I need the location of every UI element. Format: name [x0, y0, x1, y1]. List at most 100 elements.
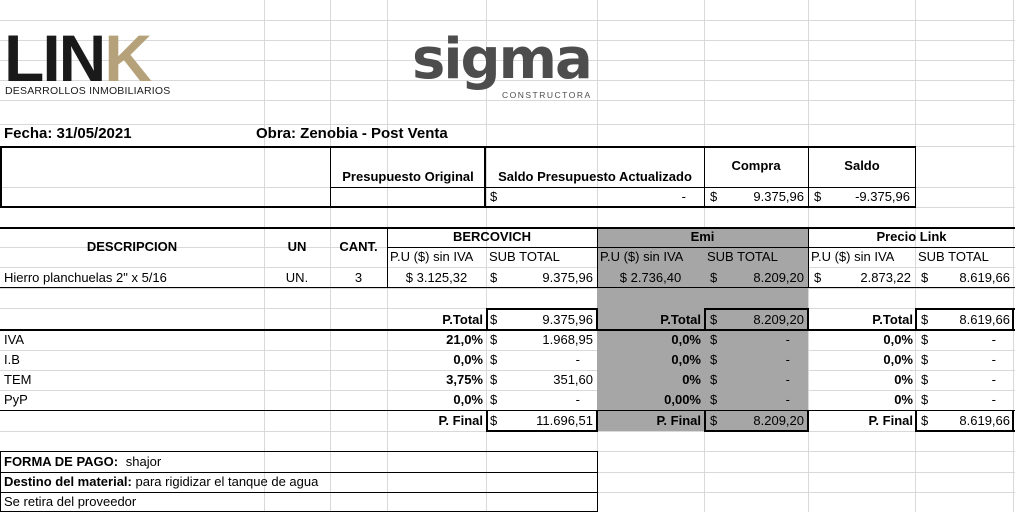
s2-sub-label: SUB TOTAL: [707, 249, 778, 264]
tax-s1-pct: 21,0%: [446, 332, 483, 347]
item-cant: 3: [354, 270, 363, 285]
ptotal-label-s2: P.Total: [660, 312, 701, 327]
tax-s1-currency: $: [490, 352, 498, 367]
item-s2-sub: 8.209,20: [753, 270, 804, 285]
tax-label: PyP: [4, 392, 28, 407]
tax-s3-currency: $: [921, 392, 929, 407]
item-s1-sub: 9.375,96: [542, 270, 593, 285]
item-s2-currency: $: [710, 270, 718, 285]
tax-s3-pct: 0,0%: [883, 352, 913, 367]
saldo-value: -9.375,96: [855, 189, 910, 204]
saldo-actualizado-value: -: [681, 189, 686, 204]
compra-currency: $: [710, 189, 718, 204]
tax-s1-value: -: [575, 352, 580, 367]
tax-s2-currency: $: [710, 392, 718, 407]
tax-s2-value: -: [785, 392, 790, 407]
pfinal-label-s2: P. Final: [656, 413, 701, 428]
tax-s2-currency: $: [710, 372, 718, 387]
pfinal-s3-currency: $: [921, 413, 929, 428]
tax-label: I.B: [4, 352, 20, 367]
tax-s3-pct: 0%: [894, 392, 913, 407]
item-s3-currency: $: [921, 270, 929, 285]
col-descripcion: DESCRIPCION: [86, 239, 178, 254]
tax-s3-pct: 0%: [894, 372, 913, 387]
ptotal-label-s3: P.Total: [872, 312, 913, 327]
item-s2-pu: $ 2.736,40: [619, 270, 682, 285]
s2-pu-label: P.U ($) sin IVA: [600, 249, 684, 264]
destino-value: para rigidizar el tanque de agua: [135, 474, 319, 489]
compra-label: Compra: [731, 158, 781, 173]
tax-s3-pct: 0,0%: [883, 332, 913, 347]
tax-s2-pct: 0,00%: [664, 392, 701, 407]
forma-de-pago: FORMA DE PAGO: shajor: [4, 452, 161, 472]
tax-s3-value: -: [991, 392, 996, 407]
destino-material: Destino del material: para rigidizar el …: [4, 472, 318, 492]
tax-s1-pct: 0,0%: [453, 392, 483, 407]
item-s1-currency: $: [490, 270, 498, 285]
tax-s2-pct: 0,0%: [671, 332, 701, 347]
tax-s2-pct: 0%: [682, 372, 701, 387]
item-s3-sub: 8.619,66: [959, 270, 1010, 285]
col-un: UN: [287, 239, 307, 254]
pfinal-label-s1: P. Final: [438, 413, 483, 428]
item-s3-pu: 2.873,22: [860, 270, 911, 285]
obra-label: Obra: Zenobia - Post Venta: [256, 125, 448, 142]
tax-s1-value: 1.968,95: [542, 332, 593, 347]
tax-s1-pct: 3,75%: [446, 372, 483, 387]
pfinal-s1-value: 11.696,51: [536, 413, 593, 428]
item-descripcion: Hierro planchuelas 2" x 5/16: [4, 270, 167, 285]
pfinal-s3-value: 8.619,66: [959, 413, 1010, 428]
ptotal-s2-currency: $: [710, 312, 718, 327]
supplier-emi: Emi: [690, 229, 715, 244]
tax-s3-currency: $: [921, 352, 929, 367]
pfinal-s2-value: 8.209,20: [753, 413, 804, 428]
sigma-logo-subtitle: CONSTRUCTORA: [502, 90, 592, 100]
tax-s1-currency: $: [490, 392, 498, 407]
presupuesto-original-label: Presupuesto Original: [342, 169, 474, 184]
s3-pu-label: P.U ($) sin IVA: [811, 249, 895, 264]
tax-s3-value: -: [991, 372, 996, 387]
tax-s1-value: -: [575, 392, 580, 407]
forma-pago-label: FORMA DE PAGO:: [4, 454, 119, 469]
item-s1-pu: $ 3.125,32: [405, 270, 468, 285]
pfinal-label-s3: P. Final: [868, 413, 913, 428]
ptotal-label-s1: P.Total: [442, 312, 483, 327]
tax-s2-pct: 0,0%: [671, 352, 701, 367]
tax-s1-value: 351,60: [553, 372, 593, 387]
saldo-actualizado-currency: $: [490, 189, 498, 204]
s1-sub-label: SUB TOTAL: [489, 249, 560, 264]
destino-label: Destino del material:: [4, 474, 132, 489]
sigma-logo: sigma: [412, 27, 593, 92]
tax-s1-currency: $: [490, 372, 498, 387]
saldo-currency: $: [814, 189, 822, 204]
tax-s3-value: -: [991, 332, 996, 347]
fecha-label: Fecha: 31/05/2021: [4, 125, 132, 142]
tax-s2-value: -: [785, 352, 790, 367]
s1-pu-label: P.U ($) sin IVA: [390, 249, 474, 264]
forma-pago-value: shajor: [125, 454, 162, 469]
tax-s2-currency: $: [710, 332, 718, 347]
col-cant: CANT.: [339, 239, 378, 254]
saldo-actualizado-label: Saldo Presupuesto Actualizado: [498, 169, 692, 184]
tax-s1-pct: 0,0%: [453, 352, 483, 367]
ptotal-s3-currency: $: [921, 312, 929, 327]
item-un: UN.: [285, 270, 309, 285]
pfinal-s1-currency: $: [490, 413, 498, 428]
item-s3-pu-currency: $: [814, 270, 822, 285]
tax-s1-currency: $: [490, 332, 498, 347]
tax-s3-value: -: [991, 352, 996, 367]
supplier-precio-link: Precio Link: [876, 229, 947, 244]
tax-label: TEM: [4, 372, 32, 387]
link-logo: LINK: [4, 21, 152, 95]
tax-s2-value: -: [785, 372, 790, 387]
retiro-proveedor: Se retira del proveedor: [4, 494, 137, 509]
tax-s3-currency: $: [921, 332, 929, 347]
ptotal-s1-value: 9.375,96: [542, 312, 593, 327]
tax-s2-currency: $: [710, 352, 718, 367]
link-logo-subtitle: DESARROLLOS INMOBILIARIOS: [5, 85, 171, 97]
tax-s2-value: -: [785, 332, 790, 347]
saldo-label: Saldo: [844, 158, 880, 173]
compra-value: 9.375,96: [753, 189, 804, 204]
tax-s3-currency: $: [921, 372, 929, 387]
s3-sub-label: SUB TOTAL: [918, 249, 989, 264]
